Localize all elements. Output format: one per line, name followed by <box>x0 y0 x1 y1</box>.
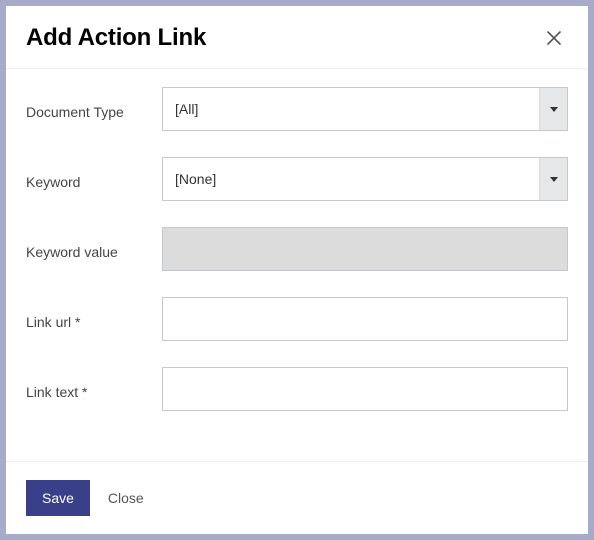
document-type-label: Document Type <box>26 98 162 120</box>
keyword-value-label: Keyword value <box>26 238 162 260</box>
dialog-header: Add Action Link <box>6 6 588 69</box>
link-url-label: Link url * <box>26 308 162 330</box>
field-row-document-type: Document Type [All] <box>26 87 568 131</box>
field-row-keyword-value: Keyword value <box>26 227 568 271</box>
field-row-link-url: Link url * <box>26 297 568 341</box>
close-icon-button[interactable] <box>540 24 568 52</box>
chevron-down-icon <box>539 158 567 200</box>
keyword-value-input <box>162 227 568 271</box>
field-row-link-text: Link text * <box>26 367 568 411</box>
close-icon <box>547 31 561 45</box>
document-type-value: [All] <box>175 101 198 117</box>
link-url-input[interactable] <box>162 297 568 341</box>
keyword-select[interactable]: [None] <box>162 157 568 201</box>
link-text-label: Link text * <box>26 378 162 400</box>
keyword-label: Keyword <box>26 168 162 190</box>
field-row-keyword: Keyword [None] <box>26 157 568 201</box>
add-action-link-dialog: Add Action Link Document Type [All] Keyw… <box>6 6 588 534</box>
save-button[interactable]: Save <box>26 480 90 516</box>
keyword-value: [None] <box>175 171 216 187</box>
close-button[interactable]: Close <box>108 490 144 506</box>
dialog-title: Add Action Link <box>26 24 206 52</box>
document-type-select[interactable]: [All] <box>162 87 568 131</box>
dialog-footer: Save Close <box>6 461 588 534</box>
link-text-input[interactable] <box>162 367 568 411</box>
dialog-body: Document Type [All] Keyword [None] Keywo… <box>6 69 588 461</box>
chevron-down-icon <box>539 88 567 130</box>
